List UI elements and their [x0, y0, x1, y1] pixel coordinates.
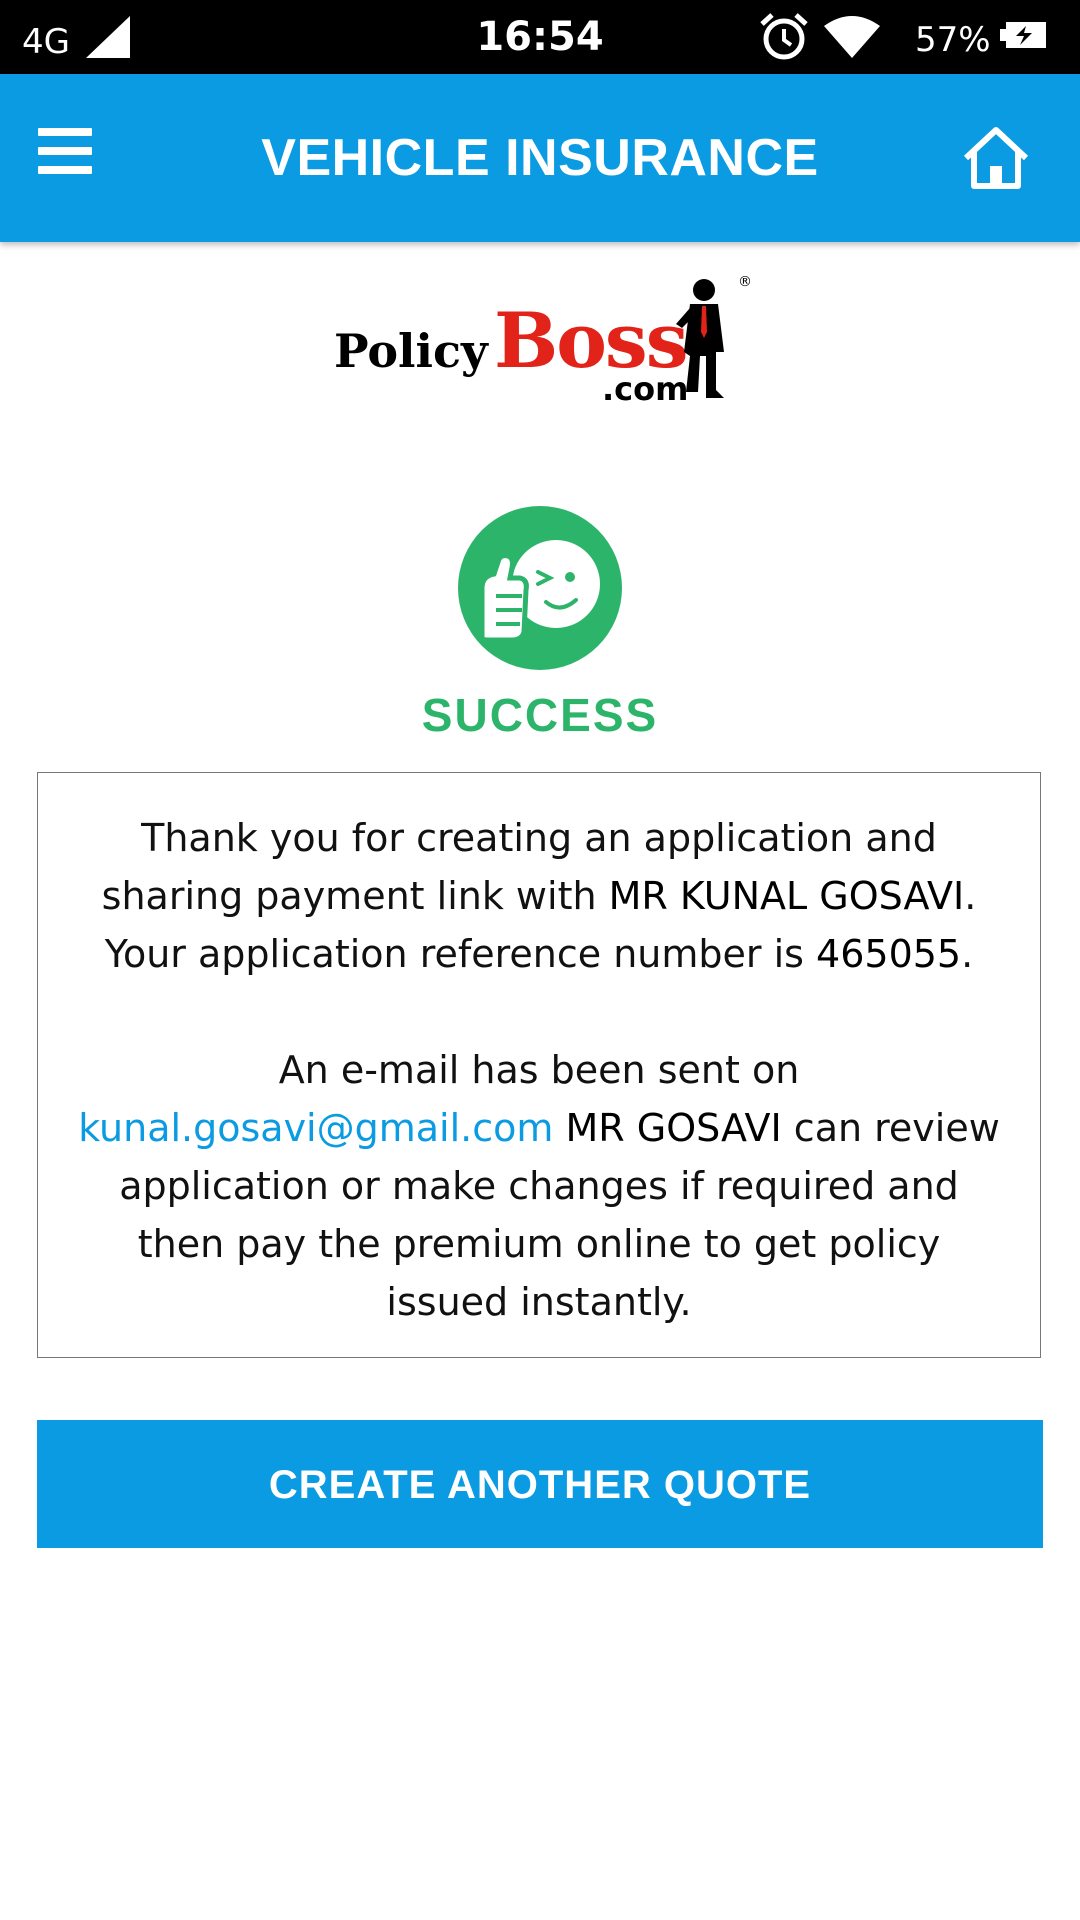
create-another-quote-button[interactable]: CREATE ANOTHER QUOTE [37, 1420, 1043, 1548]
logo-text-policy: Policy [334, 324, 488, 378]
email-paragraph: An e-mail has been sent on kunal.gosavi@… [78, 1041, 1000, 1331]
customer-short-name: MR GOSAVI [565, 1106, 782, 1150]
battery-charging-icon [1000, 22, 1046, 48]
app-bar: VEHICLE INSURANCE [0, 74, 1080, 242]
reference-number: 465055 [816, 932, 962, 976]
message-text: An e-mail has been sent on [278, 1048, 800, 1092]
thumbs-up-wink-icon [458, 506, 622, 670]
email-link[interactable]: kunal.gosavi@gmail.com [78, 1106, 553, 1150]
customer-name: MR KUNAL GOSAVI [608, 874, 965, 918]
status-bar: 4G 16:54 57% [0, 0, 1080, 74]
wifi-icon [824, 16, 880, 58]
page-title: VEHICLE INSURANCE [261, 129, 819, 187]
home-icon[interactable] [960, 124, 1032, 192]
logo-mascot-icon: ® [676, 274, 752, 398]
confirmation-paragraph: Thank you for creating an application an… [78, 809, 1000, 983]
confirmation-message-box: Thank you for creating an application an… [37, 772, 1041, 1358]
registered-mark: ® [738, 274, 752, 290]
policyboss-logo: Policy Boss .com ® [334, 268, 754, 408]
battery-percent: 57% [915, 20, 991, 60]
success-title: SUCCESS [421, 689, 659, 741]
message-text: . [961, 932, 974, 976]
alarm-icon [760, 13, 808, 60]
